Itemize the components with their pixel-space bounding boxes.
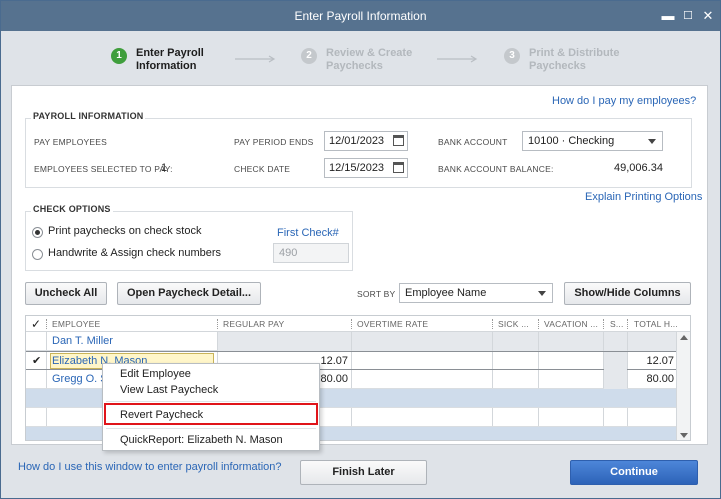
total-hours-value[interactable]: 12.07 bbox=[628, 352, 674, 371]
scroll-up-icon[interactable] bbox=[680, 335, 688, 340]
total-hours-column-header[interactable]: TOTAL H... bbox=[634, 319, 678, 329]
uncheck-all-button[interactable]: Uncheck All bbox=[25, 282, 107, 305]
bank-balance-label: BANK ACCOUNT BALANCE: bbox=[438, 164, 554, 174]
employee-name[interactable]: Dan T. Miller bbox=[52, 332, 113, 351]
arrow-right-icon bbox=[235, 55, 276, 63]
payroll-information-title: PAYROLL INFORMATION bbox=[31, 111, 146, 121]
step-indicator: 1 Enter Payroll Information 2 Review & C… bbox=[1, 31, 720, 83]
chevron-down-icon bbox=[538, 291, 546, 296]
check-options-group: CHECK OPTIONS Print paychecks on check s… bbox=[25, 204, 353, 271]
employee-column-header[interactable]: EMPLOYEE bbox=[52, 319, 100, 329]
check-date-field[interactable]: 12/15/2023 bbox=[324, 158, 408, 178]
step-label: Information bbox=[136, 60, 197, 72]
sick-column-header[interactable]: SICK ... bbox=[498, 319, 529, 329]
arrow-right-icon bbox=[437, 55, 478, 63]
menu-divider bbox=[106, 401, 316, 402]
calendar-icon[interactable] bbox=[393, 162, 404, 173]
row-checkmark[interactable]: ✔ bbox=[32, 352, 41, 371]
step-label: Enter Payroll bbox=[136, 47, 204, 59]
open-paycheck-detail-button[interactable]: Open Paycheck Detail... bbox=[117, 282, 261, 305]
step-label: Print & Distribute bbox=[529, 47, 620, 59]
show-hide-columns-button[interactable]: Show/Hide Columns bbox=[564, 282, 691, 305]
step-label: Paychecks bbox=[529, 60, 586, 72]
s-column-header[interactable]: S... bbox=[610, 319, 624, 329]
pay-employees-label: PAY EMPLOYEES bbox=[34, 137, 107, 147]
help-pay-employees-link[interactable]: How do I pay my employees? bbox=[552, 95, 696, 107]
table-row[interactable]: Dan T. Miller bbox=[26, 332, 677, 351]
step-label: Paychecks bbox=[326, 60, 383, 72]
vacation-column-header[interactable]: VACATION ... bbox=[544, 319, 598, 329]
pay-period-ends-label: PAY PERIOD ENDS bbox=[234, 137, 314, 147]
first-check-input[interactable]: 490 bbox=[273, 243, 349, 263]
step-number: 1 bbox=[111, 48, 127, 64]
step-number: 3 bbox=[504, 48, 520, 64]
title-bar: Enter Payroll Information ▬ ☐ ✕ bbox=[1, 1, 720, 31]
scroll-down-icon[interactable] bbox=[680, 433, 688, 438]
payroll-window: Enter Payroll Information ▬ ☐ ✕ 1 Enter … bbox=[0, 0, 721, 499]
first-check-label: First Check# bbox=[277, 227, 339, 239]
bank-balance-value: 49,006.34 bbox=[614, 162, 663, 174]
explain-printing-options-link[interactable]: Explain Printing Options bbox=[585, 191, 702, 203]
print-on-stock-label[interactable]: Print paychecks on check stock bbox=[48, 225, 201, 237]
highlight-box bbox=[104, 403, 318, 425]
sort-by-select[interactable]: Employee Name bbox=[399, 283, 553, 303]
payroll-information-group: PAYROLL INFORMATION PAY EMPLOYEES EMPLOY… bbox=[25, 111, 692, 188]
menu-item-edit-employee[interactable]: Edit Employee bbox=[120, 368, 191, 380]
employees-selected-count: 1 bbox=[161, 162, 168, 174]
menu-divider bbox=[106, 428, 316, 429]
minimize-icon[interactable]: ▬ bbox=[660, 8, 676, 24]
continue-button[interactable]: Continue bbox=[570, 460, 698, 485]
menu-item-quickreport[interactable]: QuickReport: Elizabeth N. Mason bbox=[120, 434, 283, 446]
step-number: 2 bbox=[301, 48, 317, 64]
help-use-window-link[interactable]: How do I use this window to enter payrol… bbox=[18, 461, 282, 473]
close-icon[interactable]: ✕ bbox=[700, 8, 716, 24]
maximize-icon[interactable]: ☐ bbox=[680, 8, 696, 24]
step-2: 2 Review & Create Paychecks bbox=[301, 47, 412, 73]
pay-period-ends-field[interactable]: 12/01/2023 bbox=[324, 131, 408, 151]
context-menu: Edit Employee View Last Paycheck Revert … bbox=[102, 363, 320, 451]
print-on-stock-radio[interactable] bbox=[32, 227, 43, 238]
step-label: Review & Create bbox=[326, 47, 413, 59]
step-1: 1 Enter Payroll Information bbox=[111, 47, 204, 73]
menu-item-view-last-paycheck[interactable]: View Last Paycheck bbox=[120, 384, 218, 396]
bank-account-select[interactable]: 10100 · Checking bbox=[522, 131, 663, 151]
check-options-title: CHECK OPTIONS bbox=[31, 204, 113, 214]
bank-account-label: BANK ACCOUNT bbox=[438, 137, 508, 147]
sort-by-label: SORT BY bbox=[357, 289, 396, 299]
grid-header: ✓ EMPLOYEE REGULAR PAY OVERTIME RATE SIC… bbox=[26, 316, 690, 332]
total-hours-value[interactable]: 80.00 bbox=[628, 370, 674, 389]
regular-pay-column-header[interactable]: REGULAR PAY bbox=[223, 319, 284, 329]
finish-later-button[interactable]: Finish Later bbox=[300, 460, 427, 485]
step-3: 3 Print & Distribute Paychecks bbox=[504, 47, 619, 73]
handwrite-radio[interactable] bbox=[32, 249, 43, 260]
chevron-down-icon bbox=[648, 139, 656, 144]
check-column-header[interactable]: ✓ bbox=[31, 317, 41, 331]
check-date-label: CHECK DATE bbox=[234, 164, 291, 174]
employees-selected-label: EMPLOYEES SELECTED TO PAY: bbox=[34, 164, 173, 174]
handwrite-label[interactable]: Handwrite & Assign check numbers bbox=[48, 247, 221, 259]
overtime-rate-column-header[interactable]: OVERTIME RATE bbox=[357, 319, 428, 329]
grid-scrollbar[interactable] bbox=[676, 332, 690, 440]
calendar-icon[interactable] bbox=[393, 135, 404, 146]
window-title: Enter Payroll Information bbox=[294, 9, 427, 23]
